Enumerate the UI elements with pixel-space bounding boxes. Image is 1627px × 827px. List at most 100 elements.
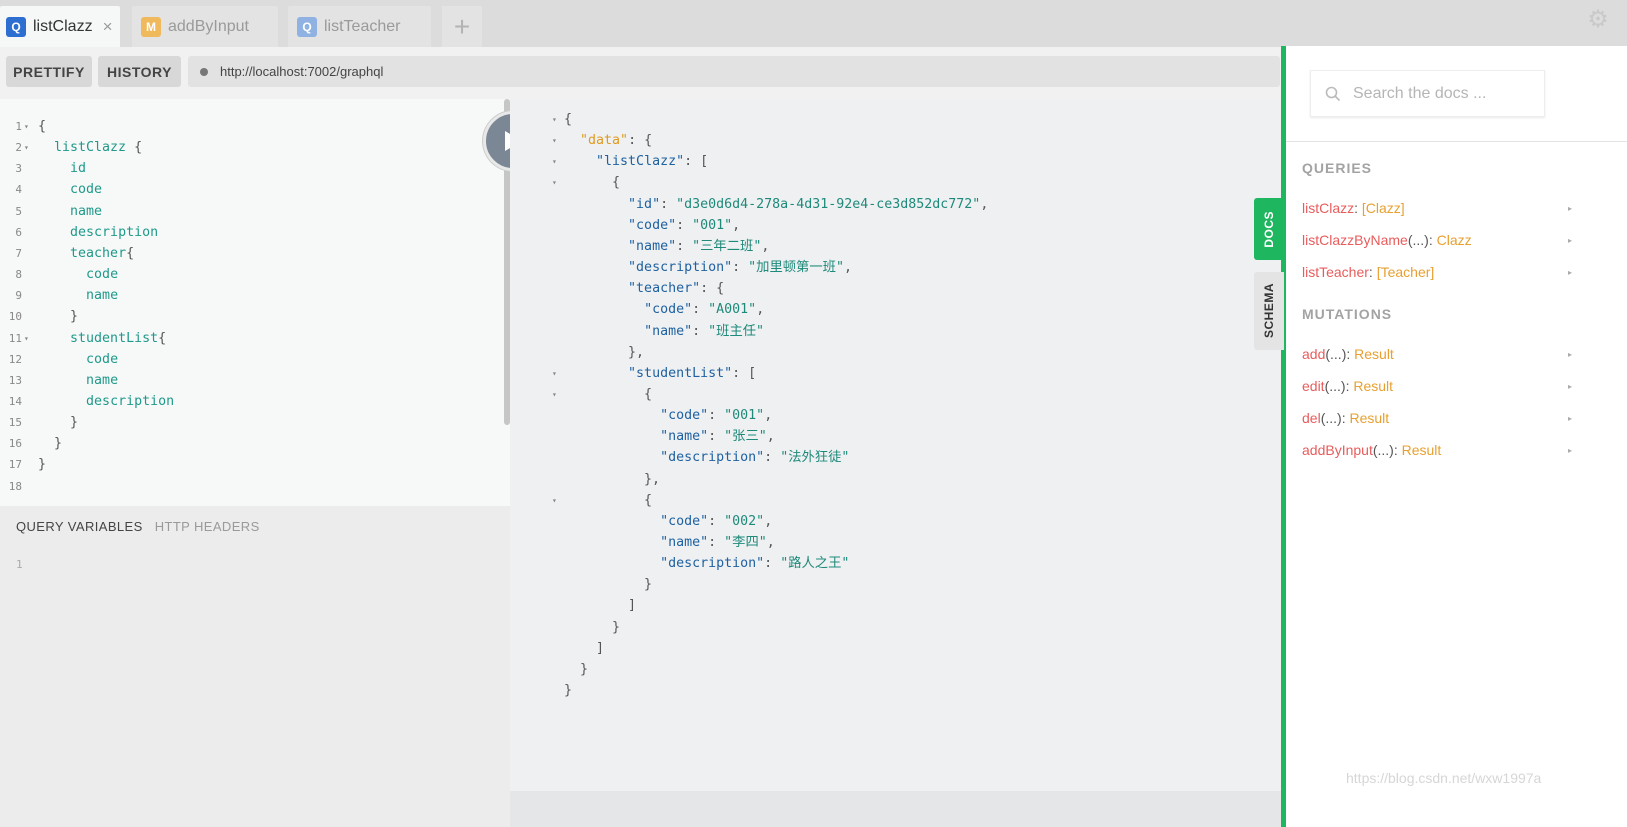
fold-arrow-icon[interactable]: ▾ [552, 109, 557, 130]
schema-tab[interactable]: SCHEMA [1254, 272, 1284, 350]
code-text: name [38, 201, 102, 222]
search-placeholder: Search the docs ... [1353, 84, 1487, 102]
docs-mutations-item[interactable]: edit(...): Result ▸ [1302, 378, 1582, 394]
field-type[interactable]: Result [1402, 442, 1442, 458]
field-type[interactable]: [Teacher] [1377, 264, 1435, 280]
json-punctuation [564, 450, 660, 465]
query-editor[interactable]: 1 ▾{2 ▾ listClazz {3 id 4 code 5 name 6 descr… [0, 99, 510, 506]
result-line: }, [510, 342, 1270, 363]
json-punctuation [564, 281, 628, 296]
json-punctuation [564, 239, 628, 254]
chevron-right-icon: ▸ [1568, 350, 1573, 359]
result-line: "name": "三年二班", [510, 236, 1270, 257]
add-tab-button[interactable]: + [442, 6, 482, 47]
fold-arrow-icon[interactable]: ▾ [24, 137, 29, 158]
chevron-right-icon: ▸ [1568, 268, 1573, 277]
docs-search-input[interactable]: Search the docs ... [1310, 70, 1545, 117]
docs-mutations-item[interactable]: addByInput(...): Result ▸ [1302, 442, 1582, 458]
json-punctuation [564, 133, 580, 148]
field-separator: : [1368, 264, 1377, 280]
punctuation-token: } [38, 415, 79, 431]
json-punctuation [684, 239, 692, 254]
docs-queries-item[interactable]: listTeacher: [Teacher] ▸ [1302, 264, 1582, 280]
json-punctuation: : [684, 154, 693, 170]
code-text: code [38, 349, 118, 370]
punctuation-token [38, 267, 86, 282]
close-icon[interactable]: × [103, 17, 113, 37]
endpoint-url-text: http://localhost:7002/graphql [220, 64, 384, 79]
line-number: 6 [15, 225, 22, 239]
json-text: } [564, 617, 620, 638]
json-punctuation: } [564, 577, 653, 593]
line-number: 18 [8, 479, 22, 493]
schema-tab-label: SCHEMA [1262, 283, 1276, 339]
tab-http-headers[interactable]: HTTP HEADERS [155, 519, 260, 534]
query-badge-icon: Q [297, 16, 317, 37]
json-punctuation: : [764, 450, 773, 466]
field-type[interactable]: Result [1349, 410, 1389, 426]
json-key: "description" [628, 260, 733, 276]
field-type[interactable]: Result [1353, 378, 1393, 394]
mutation-badge-icon: M [141, 16, 161, 37]
json-punctuation: { [708, 281, 725, 297]
tab-query-variables[interactable]: QUERY VARIABLES [16, 519, 143, 534]
field-args: (...) [1320, 410, 1342, 426]
json-text: "description": "加里顿第一班", [564, 257, 852, 278]
result-line: "name": "李四", [510, 532, 1270, 553]
json-string: "法外狂徒" [780, 450, 850, 466]
tab-listteacher[interactable]: Q listTeacher [288, 6, 431, 47]
fold-arrow-icon[interactable]: ▾ [552, 172, 557, 193]
code-text: } [38, 433, 62, 454]
line-number: 4 [15, 183, 22, 197]
line-number: 15 [8, 416, 22, 430]
field-type[interactable]: [Clazz] [1362, 200, 1405, 216]
fold-arrow-icon[interactable]: ▾ [552, 130, 557, 151]
chevron-right-icon: ▸ [1568, 236, 1573, 245]
line-number: 11 [8, 331, 22, 345]
gear-icon[interactable]: ⚙ [1586, 8, 1610, 32]
punctuation-token [38, 182, 70, 197]
graphql-playground: Q listClazz × M addByInput Q listTeacher… [0, 0, 1627, 827]
json-punctuation [684, 218, 692, 233]
json-punctuation: ] [564, 640, 605, 656]
prettify-button[interactable]: PRETTIFY [6, 56, 92, 87]
json-text: "description": "路人之王" [564, 553, 849, 574]
json-string: "001" [724, 408, 765, 424]
json-punctuation [716, 535, 724, 550]
json-punctuation [564, 302, 644, 317]
field-args: (...) [1324, 378, 1346, 394]
docs-queries-item[interactable]: listClazz: [Clazz] ▸ [1302, 200, 1582, 216]
punctuation-token [38, 204, 70, 219]
fold-arrow-icon[interactable]: ▾ [24, 328, 29, 349]
result-line: ▾ { [510, 490, 1270, 511]
chevron-right-icon: ▸ [1568, 446, 1573, 455]
json-punctuation [564, 366, 628, 381]
json-punctuation: { [564, 386, 653, 402]
field-type[interactable]: Clazz [1437, 232, 1472, 248]
tab-listclazz[interactable]: Q listClazz × [0, 6, 120, 47]
json-punctuation: : [700, 281, 709, 297]
docs-queries-item[interactable]: listClazzByName(...): Clazz ▸ [1302, 232, 1582, 248]
docs-mutations-item[interactable]: add(...): Result ▸ [1302, 346, 1582, 362]
fold-arrow-icon[interactable]: ▾ [552, 363, 557, 384]
result-line: "teacher": { [510, 278, 1270, 299]
fold-arrow-icon[interactable]: ▾ [24, 116, 29, 137]
docs-mutations-item[interactable]: del(...): Result ▸ [1302, 410, 1582, 426]
fold-arrow-icon[interactable]: ▾ [552, 151, 557, 172]
line-number: 9 [15, 289, 22, 303]
field-token: description [70, 224, 159, 240]
punctuation-token [38, 161, 70, 176]
history-button[interactable]: HISTORY [98, 56, 181, 87]
line-number: 5 [15, 204, 22, 218]
field-args: (...) [1372, 442, 1394, 458]
fold-arrow-icon[interactable]: ▾ [552, 490, 557, 511]
field-token: description [86, 393, 175, 409]
json-punctuation [564, 408, 660, 423]
field-type[interactable]: Result [1354, 346, 1394, 362]
punctuation-token [38, 246, 70, 261]
tab-addbyinput[interactable]: M addByInput [132, 6, 278, 47]
json-key: "name" [628, 238, 677, 254]
endpoint-url-input[interactable]: http://localhost:7002/graphql [188, 56, 1280, 87]
docs-tab[interactable]: DOCS [1254, 198, 1284, 260]
fold-arrow-icon[interactable]: ▾ [552, 384, 557, 405]
